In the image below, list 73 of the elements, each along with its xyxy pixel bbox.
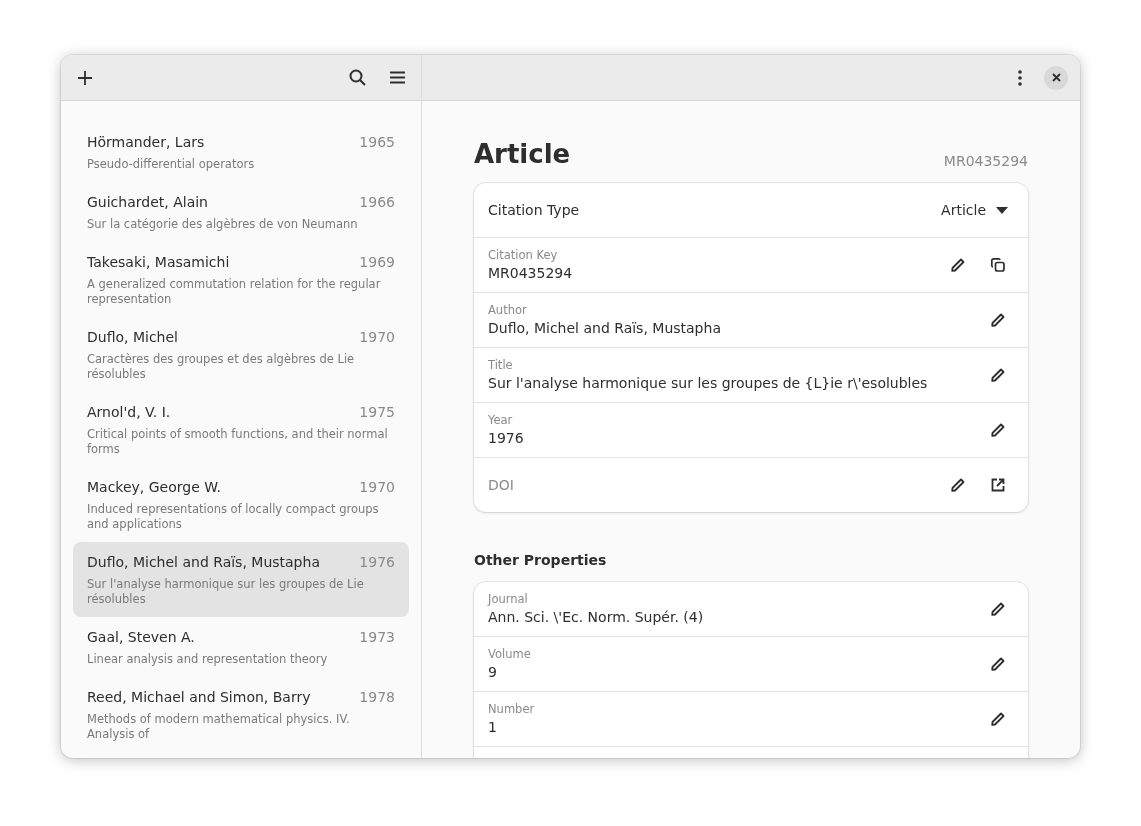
pencil-icon [950,477,966,493]
close-button[interactable] [1044,65,1068,90]
entry-year: 1975 [359,403,395,422]
pencil-icon [990,312,1006,328]
field-label: Title [488,357,514,373]
field-value: 1976 [488,428,525,448]
caret-icon [996,206,1008,214]
field-label: Citation Type [488,202,581,218]
entry-list-item[interactable]: Reed, Michael and Simon, Barry 1978 Methods of modern mathematical physics. IV. Analysis of [73,677,409,752]
field-label: Author [488,302,528,318]
entry-title: Pseudo-differential operators [87,157,256,172]
field-value: 1 [488,717,498,737]
entry-author: Duflo, Michel [87,328,179,347]
plus-icon [77,69,93,86]
entry-title: Caractères des groupes et des algèbres de Lie résolubles [87,352,356,382]
pencil-icon [990,656,1006,672]
entry-author: Guichardet, Alain [87,193,209,212]
entry-list-item[interactable]: Guichardet, Alain 1966 Sur la catégorie des algèbres de von Neumann [73,182,409,242]
entry-author: Mackey, George W. [87,478,222,497]
field-label: Volume [488,646,532,662]
entry-title: Sur l'analyse harmonique sur les groupes de Lie résolubles [87,577,365,607]
field-value: Duflo, Michel and Raïs, Mustapha [488,318,722,338]
pencil-icon [990,601,1006,617]
entry-year: 1966 [359,193,395,212]
field-label: Journal [488,591,529,607]
field-label: DOI [488,477,515,493]
entry-list-item[interactable]: Gaal, Steven A. 1973 Linear analysis and representation theory [73,617,409,677]
close-icon [1051,73,1061,82]
pencil-icon [990,422,1006,438]
entry-author: Takesaki, Masamichi [87,253,231,272]
external-link-icon [990,477,1006,493]
field-label: Year [488,412,514,428]
entry-year: 1978 [359,688,395,707]
entry-title: Critical points of smooth functions, and their normal forms [87,427,389,457]
entry-list-item[interactable]: Duflo, Michel 1970 Caractères des groupes et des algèbres de Lie résolubles [73,317,409,392]
entry-list-item[interactable]: Takesaki, Masamichi 1969 A generalized commutation relation for the regular representation [73,242,409,317]
copy-icon [990,257,1006,273]
field-value: 9 [488,662,498,682]
entry-title: Linear analysis and representation theory [87,652,329,667]
entry-author: Arnol'd, V. I. [87,403,172,422]
entry-year: 1976 [359,553,395,572]
entry-list-item[interactable]: Hörmander, Lars 1965 Pseudo-differential operators [73,122,409,182]
entry-type-heading: Article [474,138,571,171]
menu-icon [389,71,405,84]
field-value: MR0435294 [488,263,574,283]
entry-author: Gaal, Steven A. [87,628,196,647]
entry-author: Reed, Michael and Simon, Barry [87,688,312,707]
entry-year: 1969 [359,253,395,272]
entry-year: 1970 [359,478,395,497]
field-value: Ann. Sci. \'Ec. Norm. Supér. (4) [488,607,705,627]
pencil-icon [950,257,966,273]
search-icon [348,69,366,86]
entry-list-item[interactable]: Duflo, Michel and Raïs, Mustapha 1976 Sur l'analyse harmonique sur les groupes de Lie résolubles [73,542,409,617]
entry-list-item[interactable]: Arnol'd, V. I. 1975 Critical points of smooth functions, and their normal forms [73,392,409,467]
field-label: Citation Key [488,247,559,263]
entry-author: Duflo, Michel and Raïs, Mustapha [87,553,321,572]
entry-list-item[interactable]: Mackey, George W. 1970 Induced representations of locally compact groups and applications [73,467,409,542]
entry-title: Sur la catégorie des algèbres de von Neumann [87,217,359,232]
entry-year: 1970 [359,328,395,347]
field-label: Number [488,701,536,717]
entry-author: Hörmander, Lars [87,133,206,152]
citation-type-dropdown[interactable]: Article [935,202,1014,218]
field-value: Sur l'analyse harmonique sur les groupes de {L}ie r\'esolubles [488,373,929,393]
entry-year: 1973 [359,628,395,647]
entry-title: Methods of modern mathematical physics. IV. Analysis of [87,712,351,742]
vertical-dots-icon [1018,69,1022,86]
citation-key-label: MR0435294 [943,152,1028,171]
pencil-icon [990,367,1006,383]
entry-year: 1965 [359,133,395,152]
entry-title: Induced representations of locally compact groups and applications [87,502,380,532]
pencil-icon [990,711,1006,727]
section-heading: Other Properties [474,551,608,570]
entry-title: A generalized commutation relation for the regular representation [87,277,382,307]
